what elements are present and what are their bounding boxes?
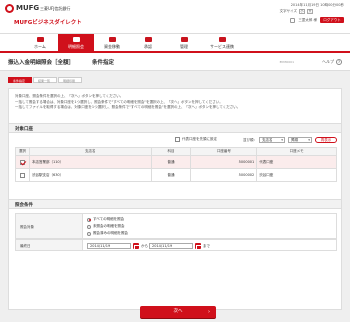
admin-icon <box>180 37 188 42</box>
sort-field-select[interactable]: 支店名 <box>259 137 285 143</box>
column-header: 選択 <box>15 147 30 156</box>
page-step-title: 条件指定 <box>92 60 115 66</box>
nav-label: 管理 <box>180 44 188 49</box>
number-cell: 5000001 <box>190 155 258 169</box>
account-filter-row: 代表口座を先頭に設定 並び順： 支店名 昇順 再表示 <box>9 135 341 145</box>
nav-item-home[interactable]: ホーム <box>22 34 58 52</box>
nav-item-admin[interactable]: 管理 <box>166 34 202 52</box>
calendar-from-icon[interactable] <box>133 243 140 250</box>
nav-label: ホーム <box>34 44 46 49</box>
radio-button[interactable] <box>87 231 91 236</box>
font-size-label: 文字サイズ <box>279 9 297 13</box>
nav-item-service[interactable]: サービス連携 <box>202 34 242 52</box>
table-row[interactable]: 渋谷駅支店（630） 普通 5000002 渋谷口座 <box>15 168 337 182</box>
column-header: 科目 <box>150 147 192 156</box>
target-options: すべての明細を照会 未照会の明細を照会 照会済みの明細を照会 <box>83 213 337 239</box>
nav-label: 承認 <box>144 44 152 49</box>
home-icon <box>36 37 44 42</box>
nav-item-statements[interactable]: 明細照会 <box>58 34 94 52</box>
logout-button[interactable]: ログアウト <box>320 17 344 23</box>
target-label: 照会対象 <box>15 213 83 239</box>
brand-logo-text: MUFG <box>16 4 40 12</box>
option-viewed[interactable]: 照会済みの明細を照会 <box>87 231 128 236</box>
branch-cell: 渋谷駅支店（630） <box>28 168 152 182</box>
nav-item-transfer[interactable]: 資金移動 <box>94 34 130 52</box>
calendar-to-icon[interactable] <box>195 243 202 250</box>
page-header: 振込入金明細照会［全額］ 条件指定 BYMO001 ヘルプ ? <box>0 53 350 71</box>
column-header: 支店名 <box>28 147 152 156</box>
global-nav: ホーム 明細照会 資金移動 承認 管理 サービス連携 <box>0 33 350 53</box>
next-button-label: 次へ <box>173 309 183 314</box>
date-from-input[interactable]: 2014/11/19 <box>87 243 131 249</box>
account-checkbox[interactable] <box>19 172 25 178</box>
service-name: MUFGビジネスダイレクト <box>14 20 82 26</box>
sort-order-select[interactable]: 昇順 <box>288 137 312 143</box>
user-area: 三菱太郎 様 ログアウト <box>290 17 344 23</box>
column-header: 口座番号 <box>190 147 258 156</box>
main-panel: 対象口座、照会条件を選択の上、「次へ」ボタンを押してください。 一括して照会する… <box>8 88 342 310</box>
nav-item-approval[interactable]: 承認 <box>130 34 166 52</box>
date-to-input[interactable]: 2014/11/19 <box>149 243 193 249</box>
branch-cell: 本店営業部（110） <box>28 155 152 169</box>
help-icon[interactable]: ? <box>336 59 342 65</box>
transfer-icon <box>108 37 116 42</box>
step-indicator: 条件指定 結果一覧 明細印刷 <box>8 77 83 83</box>
sort-label: 並び順： <box>243 138 257 142</box>
radio-button[interactable] <box>87 224 91 229</box>
option-label: 未照会の明細を照会 <box>93 224 125 228</box>
chevron-right-icon: › <box>208 309 210 315</box>
table-header-row: 選択 支店名 科目 口座番号 口座メモ <box>15 147 337 156</box>
table-row[interactable]: 本店営業部（110） 普通 5000001 代表口座 <box>15 155 337 169</box>
instruction-line: 一括してファイルを取得する場合は、対象口座を1つ選択し、照会条件で"すべての明細… <box>15 105 241 109</box>
select-cell <box>15 155 30 169</box>
account-table: 選択 支店名 科目 口座番号 口座メモ 本店営業部（110） 普通 500000… <box>15 147 337 182</box>
screen-code: BYMO001 <box>279 60 294 64</box>
font-small-button[interactable]: 小 <box>299 9 305 14</box>
nav-label: 明細照会 <box>68 44 84 49</box>
bank-name: 三菱UFJ信託銀行 <box>40 6 71 11</box>
option-all[interactable]: すべての明細を照会 <box>87 217 124 222</box>
option-unviewed[interactable]: 未照会の明細を照会 <box>87 224 125 229</box>
nav-label: サービス連携 <box>210 44 234 49</box>
approval-icon <box>144 37 152 42</box>
from-label: から <box>141 244 148 248</box>
date-label: 最終日 <box>15 239 83 251</box>
service-icon <box>218 37 226 42</box>
date-range: 2014/11/19 から 2014/11/19 まで <box>83 239 337 251</box>
instructions: 対象口座、照会条件を選択の上、「次へ」ボタンを押してください。 一括して照会する… <box>15 94 240 111</box>
accounts-section-title: 対象口座 <box>9 123 341 133</box>
user-name: 三菱太郎 様 <box>298 17 317 22</box>
to-label: まで <box>203 244 210 248</box>
type-cell: 普通 <box>150 155 192 169</box>
option-label: すべての明細を照会 <box>93 217 125 221</box>
font-large-button[interactable]: 大 <box>307 9 313 14</box>
user-icon <box>290 17 296 23</box>
page-title: 振込入金明細照会［全額］ <box>8 60 75 66</box>
step-conditions: 条件指定 <box>8 77 33 83</box>
statement-icon <box>72 37 80 42</box>
representative-first-checkbox[interactable] <box>175 137 180 142</box>
nav-label: 資金移動 <box>104 44 120 49</box>
redisplay-button[interactable]: 再表示 <box>315 137 337 143</box>
mufg-logo-icon <box>5 4 14 13</box>
next-button[interactable]: 次へ › <box>140 306 216 318</box>
type-cell: 普通 <box>150 168 192 182</box>
memo-cell: 代表口座 <box>256 155 337 169</box>
option-label: 照会済みの明細を照会 <box>93 231 128 235</box>
representative-first-label: 代表口座を先頭に設定 <box>182 137 217 141</box>
radio-button[interactable] <box>87 217 91 222</box>
conditions-section-title: 照会条件 <box>9 199 341 209</box>
number-cell: 5000002 <box>190 168 258 182</box>
select-cell <box>15 168 30 182</box>
step-results: 結果一覧 <box>33 77 58 83</box>
memo-cell: 渋谷口座 <box>256 168 337 182</box>
help-link[interactable]: ヘルプ <box>322 59 334 65</box>
account-checkbox[interactable] <box>19 159 25 165</box>
column-header: 口座メモ <box>256 147 337 156</box>
current-datetime: 2014年11月19日 10時00分00秒 <box>290 3 344 7</box>
top-bar: MUFG 三菱UFJ信託銀行 MUFGビジネスダイレクト 2014年11月19日… <box>0 0 350 33</box>
step-print: 明細印刷 <box>58 77 83 83</box>
